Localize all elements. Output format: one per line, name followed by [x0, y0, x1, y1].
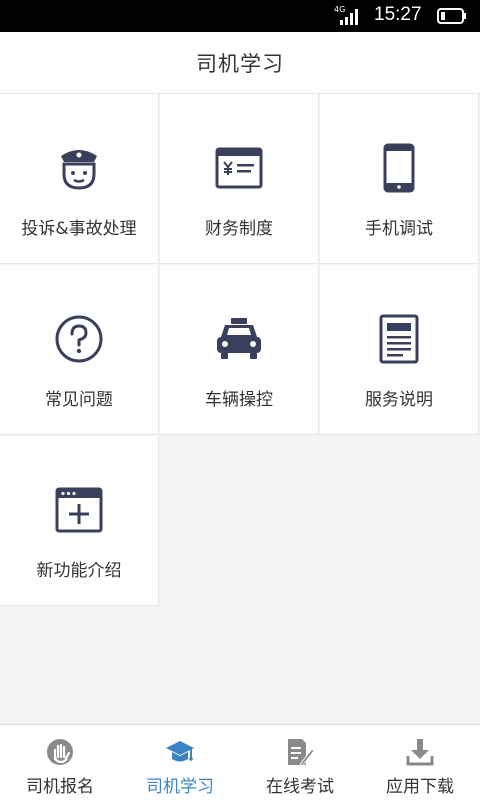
title-bar: 司机学习 — [0, 32, 480, 94]
grid-item-label: 手机调试 — [365, 219, 433, 239]
signal-icon — [340, 9, 358, 25]
grid-item-phone-debug[interactable]: 手机调试 — [320, 94, 479, 264]
tab-label: 司机学习 — [146, 777, 214, 797]
document-icon — [379, 314, 419, 364]
tab-app-download[interactable]: 应用下载 — [360, 725, 480, 800]
tab-driver-signup[interactable]: 司机报名 — [0, 725, 120, 800]
grid-item-label: 常见问题 — [45, 390, 113, 410]
grid-item-label: 财务制度 — [205, 219, 273, 239]
battery-icon — [437, 8, 466, 24]
grid-item-label: 车辆操控 — [205, 390, 273, 410]
bottom-tab-bar: 司机报名 司机学习 在线考试 应用下载 — [0, 724, 480, 800]
tab-label: 在线考试 — [266, 777, 334, 797]
exam-icon — [288, 739, 315, 767]
hand-icon — [47, 739, 73, 765]
tab-label: 司机报名 — [26, 777, 94, 797]
clock: 15:27 — [374, 4, 422, 25]
page-title: 司机学习 — [196, 51, 284, 76]
new-feature-icon — [55, 487, 103, 533]
taxi-icon — [217, 318, 261, 359]
phone-icon — [383, 143, 415, 193]
tab-label: 应用下载 — [386, 777, 454, 797]
grid-item-faq[interactable]: 常见问题 — [0, 265, 159, 435]
police-icon — [61, 150, 97, 190]
grid-item-label: 投诉&事故处理 — [21, 219, 137, 239]
grid-item-label: 服务说明 — [365, 390, 433, 410]
status-bar: 4G 15:27 — [0, 0, 480, 32]
tab-driver-study[interactable]: 司机学习 — [120, 725, 240, 800]
grid-item-new-features[interactable]: 新功能介绍 — [0, 436, 159, 606]
question-icon — [55, 315, 103, 363]
grid-item-complaint[interactable]: 投诉&事故处理 — [0, 94, 159, 264]
download-icon — [406, 739, 434, 766]
graduation-cap-icon — [166, 741, 194, 762]
grid-item-label: 新功能介绍 — [36, 561, 122, 581]
grid-item-vehicle-control[interactable]: 车辆操控 — [160, 265, 319, 435]
tab-online-exam[interactable]: 在线考试 — [240, 725, 360, 800]
grid-item-service-info[interactable]: 服务说明 — [320, 265, 479, 435]
finance-icon — [215, 147, 263, 189]
grid-item-finance[interactable]: 财务制度 — [160, 94, 319, 264]
